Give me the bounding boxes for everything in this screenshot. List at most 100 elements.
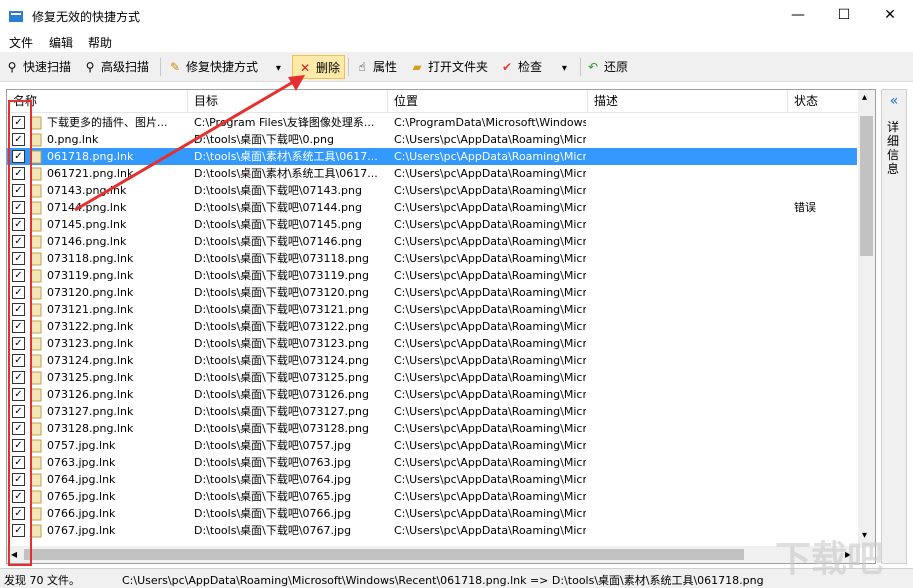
check-dropdown-arrow[interactable]: ▾ — [562, 63, 567, 74]
cell-description — [594, 420, 786, 437]
cell-description — [594, 182, 786, 199]
delete-x-icon: ✕ — [299, 61, 311, 75]
cell-description — [594, 216, 786, 233]
cell-location: C:\Users\pc\AppData\Roaming\Micr... — [394, 354, 586, 367]
restore-button[interactable]: ↶ 还原 — [585, 55, 628, 79]
cell-target: D:\tools\桌面\下载吧\073122.png — [194, 320, 369, 333]
table-row[interactable]: ✓ 073122.png.lnk D:\tools\桌面\下载吧\073122.pn… — [7, 318, 857, 335]
cell-target: D:\tools\桌面\下载吧\0766.jpg — [194, 507, 352, 520]
table-row[interactable]: ✓ 0766.jpg.lnk D:\tools\桌面\下载吧\0766.jpg C:\… — [7, 505, 857, 522]
cell-status — [794, 131, 854, 148]
check-label: 检查 — [518, 60, 543, 74]
details-tab-label[interactable]: 详细信息 — [887, 120, 901, 176]
open-folder-button[interactable]: ▰ 打开文件夹 — [409, 55, 488, 79]
cell-target: D:\tools\桌面\下载吧\073124.png — [194, 354, 369, 367]
cell-target: D:\tools\桌面\下载吧\0757.jpg — [194, 439, 352, 452]
menu-help[interactable]: 帮助 — [88, 34, 112, 51]
cell-status: 错误 — [794, 201, 816, 214]
menu-file[interactable]: 文件 — [9, 34, 33, 51]
cell-status — [794, 148, 854, 165]
table-row[interactable]: ✓ 07145.png.lnk D:\tools\桌面\下载吧\07145.png C… — [7, 216, 857, 233]
table-row[interactable]: ✓ 0763.jpg.lnk D:\tools\桌面\下载吧\0763.jpg C:\… — [7, 454, 857, 471]
table-row[interactable]: ✓ 07144.png.lnk D:\tools\桌面\下载吧\07144.png C… — [7, 199, 857, 216]
column-header-location[interactable]: 位置 — [388, 90, 588, 113]
repair-shortcut-button[interactable]: ✎ 修复快捷方式 ▾ — [167, 55, 281, 79]
menu-edit[interactable]: 编辑 — [49, 34, 73, 51]
cell-target: D:\tools\桌面\素材\系统工具\0617... — [194, 167, 378, 180]
quick-scan-label: 快速扫描 — [23, 60, 72, 74]
cell-status — [794, 369, 854, 386]
cell-name: 073118.png.lnk — [47, 252, 134, 265]
table-row[interactable]: ✓ 0757.jpg.lnk D:\tools\桌面\下载吧\0757.jpg C:\… — [7, 437, 857, 454]
table-row[interactable]: ✓ 073121.png.lnk D:\tools\桌面\下载吧\073121.pn… — [7, 301, 857, 318]
scroll-up-arrow[interactable]: ▴ — [862, 92, 867, 103]
cell-target: D:\tools\桌面\素材\系统工具\0617... — [194, 150, 378, 163]
cell-location: C:\Users\pc\AppData\Roaming\Micr... — [394, 133, 586, 146]
collapse-panel-button[interactable]: « — [882, 90, 906, 112]
cell-description — [594, 267, 786, 284]
cell-name: 061718.png.lnk — [47, 150, 134, 163]
properties-button[interactable]: ☝ 属性 — [354, 55, 397, 79]
cell-location: C:\Users\pc\AppData\Roaming\Micr... — [394, 235, 586, 248]
cell-target: D:\tools\桌面\下载吧\073127.png — [194, 405, 369, 418]
maximize-button[interactable]: ☐ — [821, 0, 867, 31]
cell-description — [594, 403, 786, 420]
restore-label: 还原 — [604, 60, 629, 74]
horizontal-scroll-thumb[interactable] — [24, 549, 744, 560]
cell-status — [794, 352, 854, 369]
table-row[interactable]: ✓ 0764.jpg.lnk D:\tools\桌面\下载吧\0764.jpg C:\… — [7, 471, 857, 488]
table-row[interactable]: ✓ 073125.png.lnk D:\tools\桌面\下载吧\073125.pn… — [7, 369, 857, 386]
table-row[interactable]: ✓ 下载更多的插件、图片... C:\Program Files\友锋图像处理系..… — [7, 114, 857, 131]
cell-status — [794, 250, 854, 267]
table-row[interactable]: ✓ 073123.png.lnk D:\tools\桌面\下载吧\073123.pn… — [7, 335, 857, 352]
cell-description — [594, 505, 786, 522]
table-row[interactable]: ✓ 073127.png.lnk D:\tools\桌面\下载吧\073127.pn… — [7, 403, 857, 420]
column-header-description[interactable]: 描述 — [588, 90, 788, 113]
vertical-scroll-thumb[interactable] — [860, 116, 873, 256]
delete-button[interactable]: ✕ 删除 — [292, 55, 346, 79]
cell-location: C:\Users\pc\AppData\Roaming\Micr... — [394, 473, 586, 486]
cell-location: C:\Users\pc\AppData\Roaming\Micr... — [394, 150, 586, 163]
table-row[interactable]: ✓ 073124.png.lnk D:\tools\桌面\下载吧\073124.pn… — [7, 352, 857, 369]
cell-target: D:\tools\桌面\下载吧\07145.png — [194, 218, 362, 231]
cell-status — [794, 233, 854, 250]
table-row[interactable]: ✓ 061721.png.lnk D:\tools\桌面\素材\系统工具\0617.… — [7, 165, 857, 182]
table-row[interactable]: ✓ 073119.png.lnk D:\tools\桌面\下载吧\073119.pn… — [7, 267, 857, 284]
cell-location: C:\Users\pc\AppData\Roaming\Micr... — [394, 490, 586, 503]
quick-scan-button[interactable]: ⚲ 快速扫描 — [4, 55, 71, 79]
table-row[interactable]: ✓ 073128.png.lnk D:\tools\桌面\下载吧\073128.pn… — [7, 420, 857, 437]
delete-label: 删除 — [316, 61, 341, 75]
repair-dropdown-arrow[interactable]: ▾ — [276, 63, 281, 74]
cell-description — [594, 522, 786, 539]
table-row[interactable]: ✓ 0765.jpg.lnk D:\tools\桌面\下载吧\0765.jpg C:\… — [7, 488, 857, 505]
cell-name: 0764.jpg.lnk — [47, 473, 116, 486]
cell-status — [794, 267, 854, 284]
cell-status — [794, 471, 854, 488]
table-row[interactable]: ✓ 073126.png.lnk D:\tools\桌面\下载吧\073126.pn… — [7, 386, 857, 403]
advanced-scan-label: 高级扫描 — [101, 60, 150, 74]
cell-location: C:\Users\pc\AppData\Roaming\Micr... — [394, 184, 586, 197]
close-button[interactable]: ✕ — [867, 0, 913, 31]
table-row[interactable]: ✓ 07146.png.lnk D:\tools\桌面\下载吧\07146.png C… — [7, 233, 857, 250]
column-header-status[interactable]: 状态 — [788, 90, 858, 113]
cell-status — [794, 301, 854, 318]
advanced-scan-button[interactable]: ⚲ 高级扫描 — [82, 55, 149, 79]
column-header-name[interactable]: 名称 — [7, 90, 188, 113]
table-row[interactable]: ✓ 073118.png.lnk D:\tools\桌面\下载吧\073118.pn… — [7, 250, 857, 267]
cell-name: 下载更多的插件、图片... — [47, 116, 168, 129]
column-header-target[interactable]: 目标 — [188, 90, 388, 113]
cell-location: C:\Users\pc\AppData\Roaming\Micr... — [394, 388, 586, 401]
table-row[interactable]: ✓ 0767.jpg.lnk D:\tools\桌面\下载吧\0767.jpg C:\… — [7, 522, 857, 539]
minimize-button[interactable]: — — [775, 0, 821, 31]
table-row[interactable]: ✓ 061718.png.lnk D:\tools\桌面\素材\系统工具\0617.… — [7, 148, 857, 165]
check-button[interactable]: ✔ 检查 ▾ — [499, 55, 567, 79]
vertical-scrollbar[interactable]: ▴ ▾ — [858, 90, 875, 548]
checkmark-icon: ✔ — [501, 60, 513, 74]
table-row[interactable]: ✓ 0.png.lnk D:\tools\桌面\下载吧\0.png C:\Users\… — [7, 131, 857, 148]
open-folder-label: 打开文件夹 — [428, 60, 489, 74]
table-row[interactable]: ✓ 073120.png.lnk D:\tools\桌面\下载吧\073120.pn… — [7, 284, 857, 301]
horizontal-scrollbar[interactable]: ◂ ▸ — [7, 546, 858, 563]
cell-target: D:\tools\桌面\下载吧\073119.png — [194, 269, 369, 282]
table-row[interactable]: ✓ 07143.png.lnk D:\tools\桌面\下载吧\07143.png C… — [7, 182, 857, 199]
cell-target: D:\tools\桌面\下载吧\0763.jpg — [194, 456, 352, 469]
